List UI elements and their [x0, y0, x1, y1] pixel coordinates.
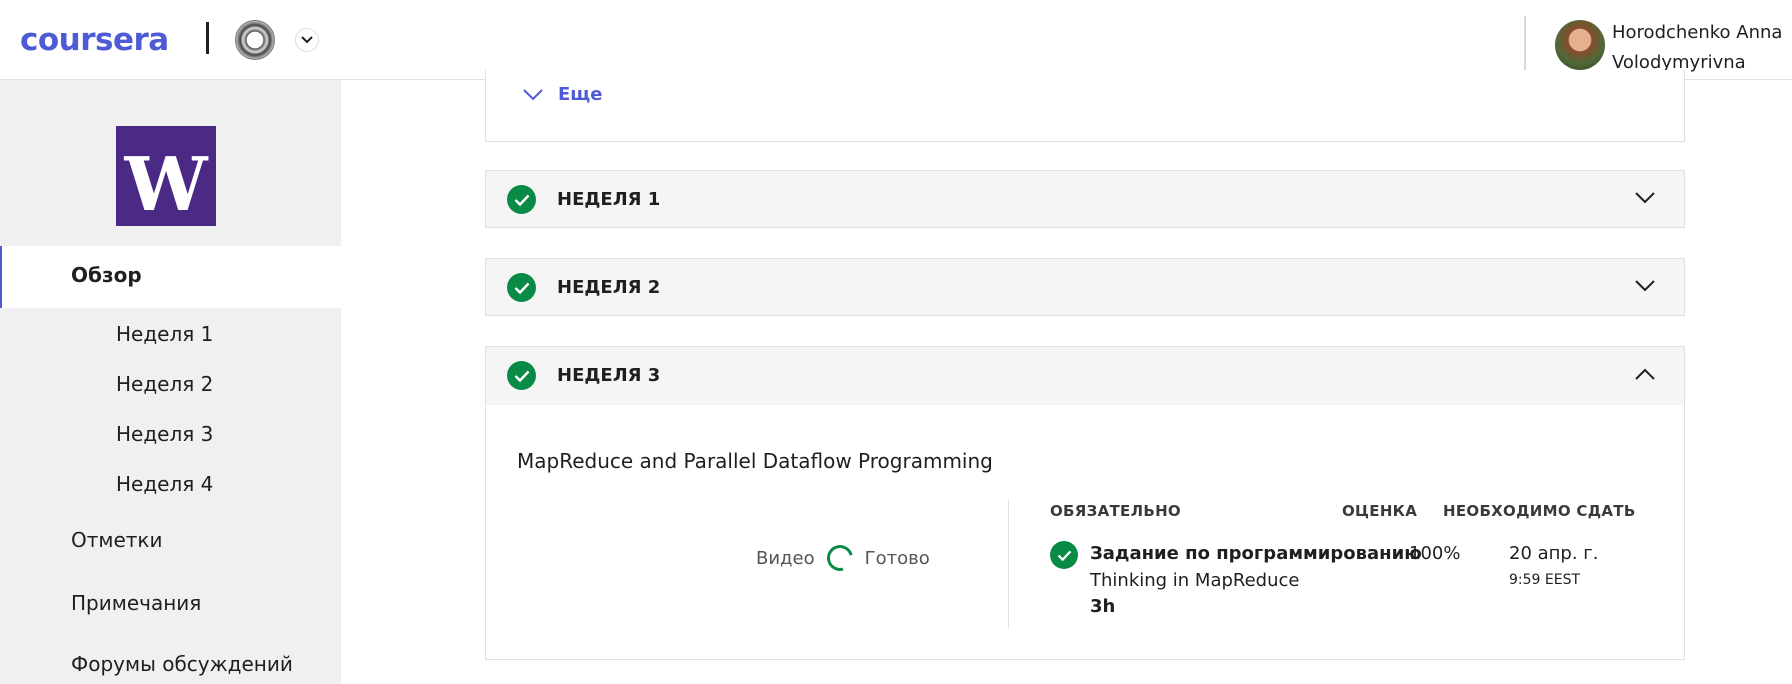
course-logo[interactable]: W	[116, 126, 216, 226]
progress-ring-icon	[821, 540, 858, 576]
sidebar-item-week-3[interactable]: Неделя 3	[116, 422, 213, 446]
chevron-up-icon[interactable]	[1634, 367, 1656, 381]
show-more-label: Еще	[558, 84, 603, 105]
logo-separator	[206, 22, 209, 54]
institution-dropdown-button[interactable]	[295, 28, 319, 52]
completed-check-icon	[1050, 541, 1078, 569]
sidebar-item-forums[interactable]: Форумы обсуждений	[71, 652, 293, 676]
user-name-line1: Horodchenko Anna	[1612, 22, 1783, 43]
completed-check-icon	[507, 361, 536, 390]
chevron-down-icon	[301, 36, 313, 44]
university-seal-icon[interactable]	[235, 20, 275, 60]
user-name[interactable]: Horodchenko Anna Volodymyrivna	[1612, 18, 1782, 78]
column-header-required: ОБЯЗАТЕЛЬНО	[1050, 502, 1181, 520]
coursera-logo[interactable]: coursera	[20, 22, 169, 58]
top-header: coursera Horodchenko Anna Volodymyrivna	[0, 0, 1792, 80]
progress-status: Готово	[864, 547, 930, 569]
chevron-down-icon[interactable]	[1634, 279, 1656, 293]
sidebar-item-week-4[interactable]: Неделя 4	[116, 472, 213, 496]
task-duration: 3h	[1090, 596, 1116, 617]
column-header-due: НЕОБХОДИМО СДАТЬ	[1443, 502, 1636, 520]
sidebar-item-overview[interactable]: Обзор	[0, 246, 341, 308]
show-more-button[interactable]: Еще	[522, 84, 602, 105]
column-divider	[1008, 499, 1009, 629]
task-due-date: 20 апр. г.	[1509, 543, 1599, 564]
column-header-grade: ОЦЕНКА	[1342, 502, 1418, 520]
sidebar-item-label: Обзор	[71, 263, 142, 287]
module-title[interactable]: MapReduce and Parallel Dataflow Programm…	[517, 449, 993, 473]
task-due-time: 9:59 EEST	[1509, 572, 1581, 588]
week-3-section: НЕДЕЛЯ 3 MapReduce and Parallel Dataflow…	[485, 346, 1685, 660]
sidebar-item-week-1[interactable]: Неделя 1	[116, 322, 213, 346]
sidebar-item-notes[interactable]: Примечания	[71, 591, 201, 615]
sidebar-item-week-2[interactable]: Неделя 2	[116, 372, 213, 396]
sidebar-item-grades[interactable]: Отметки	[71, 528, 163, 552]
user-avatar[interactable]	[1555, 20, 1605, 70]
description-card: Еще	[485, 70, 1685, 142]
task-type[interactable]: Задание по программированию	[1090, 543, 1422, 564]
progress-label: Видео	[756, 547, 815, 569]
completed-check-icon	[507, 273, 536, 302]
week-1-section[interactable]: НЕДЕЛЯ 1	[485, 170, 1685, 228]
week-2-section[interactable]: НЕДЕЛЯ 2	[485, 258, 1685, 316]
task-name[interactable]: Thinking in MapReduce	[1090, 570, 1300, 591]
week-title: НЕДЕЛЯ 3	[557, 365, 661, 386]
course-sidebar: W Обзор Неделя 1 Неделя 2 Неделя 3 Недел…	[0, 80, 341, 684]
chevron-down-icon	[523, 88, 543, 100]
header-divider	[1524, 16, 1526, 76]
completed-check-icon	[507, 185, 536, 214]
week-title: НЕДЕЛЯ 2	[557, 277, 661, 298]
chevron-down-icon[interactable]	[1634, 191, 1656, 205]
task-score: 100%	[1409, 543, 1461, 564]
week-3-header[interactable]: НЕДЕЛЯ 3	[486, 347, 1684, 405]
module-progress: Видео Готово	[756, 540, 930, 576]
week-title: НЕДЕЛЯ 1	[557, 189, 661, 210]
